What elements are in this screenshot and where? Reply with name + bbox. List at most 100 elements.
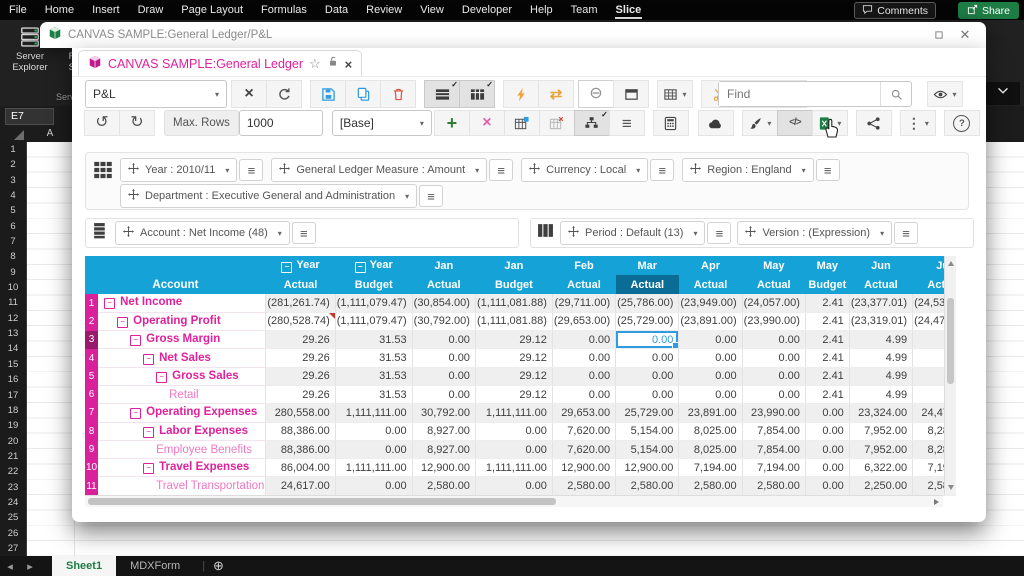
base-selector[interactable]: [Base]▾ — [332, 110, 432, 136]
value-cell[interactable]: 0.00 — [616, 367, 679, 385]
row-number-6[interactable]: 6 — [85, 385, 98, 403]
value-cell[interactable]: 0.00 — [475, 477, 552, 495]
value-cell[interactable]: 0.00 — [475, 422, 552, 440]
value-cell[interactable]: 0.00 — [679, 349, 742, 367]
value-cell[interactable]: 7,952.00 — [849, 440, 912, 458]
menu-item-help[interactable]: Help — [521, 0, 562, 20]
account-cell-gross-sales[interactable]: −Gross Sales — [98, 367, 266, 385]
value-cell[interactable]: 6,322.00 — [849, 459, 912, 477]
row-number-5[interactable]: 5 — [85, 367, 98, 385]
account-cell-travel-expenses[interactable]: −Travel Expenses — [98, 459, 266, 477]
value-cell[interactable]: 29.12 — [475, 385, 552, 403]
menu-item-data[interactable]: Data — [316, 0, 357, 20]
account-column-header[interactable]: Account — [85, 256, 266, 294]
scroll-up-icon[interactable] — [948, 261, 954, 266]
value-cell[interactable]: (25,786.00) — [616, 294, 679, 312]
value-cell[interactable]: 29,653.00 — [552, 404, 615, 422]
account-cell-net-sales[interactable]: −Net Sales — [98, 349, 266, 367]
value-cell[interactable]: 0.00 — [805, 422, 849, 440]
add-button[interactable]: + — [434, 110, 470, 136]
favorite-star-icon[interactable]: ☆ — [309, 56, 321, 72]
list-view-button[interactable]: ≡ — [609, 110, 645, 136]
sheet-next-icon[interactable]: ▸ — [20, 560, 40, 573]
value-cell[interactable]: 29.26 — [266, 331, 335, 349]
column-header-measure-3[interactable]: Budget — [475, 275, 552, 294]
row-header-26[interactable]: 26 — [0, 526, 26, 541]
row-header-7[interactable]: 7 — [0, 234, 26, 249]
value-cell[interactable]: (29,653.00) — [552, 312, 615, 330]
scroll-thumb[interactable] — [947, 298, 954, 384]
row-header-22[interactable]: 22 — [0, 464, 26, 479]
row-number-3[interactable]: 3 — [85, 331, 98, 349]
value-cell[interactable]: 0.00 — [412, 349, 475, 367]
value-cell[interactable]: 0.00 — [552, 385, 615, 403]
value-cell[interactable]: 2.41 — [805, 294, 849, 312]
pivot-table[interactable]: Account−Year−YearJanJanFebMarAprMayMayJu… — [85, 256, 956, 507]
row-header-12[interactable]: 12 — [0, 311, 26, 326]
account-cell-operating-profit[interactable]: −Operating Profit — [98, 312, 266, 330]
row-header-23[interactable]: 23 — [0, 480, 26, 495]
value-cell[interactable]: 7,620.00 — [552, 422, 615, 440]
value-cell[interactable]: 7,854.00 — [742, 440, 805, 458]
menu-item-view[interactable]: View — [411, 0, 453, 20]
value-cell[interactable]: (23,377.01) — [849, 294, 912, 312]
row-number-7[interactable]: 7 — [85, 404, 98, 422]
value-cell[interactable]: 0.00 — [679, 367, 742, 385]
value-cell[interactable]: 0.00 — [679, 385, 742, 403]
value-cell[interactable]: 23,891.00 — [679, 404, 742, 422]
row-header-1[interactable]: 1 — [0, 142, 26, 157]
new-sheet-button[interactable]: ⊕ — [213, 558, 224, 574]
value-cell[interactable]: 0.00 — [552, 349, 615, 367]
visibility-button[interactable]: ▾ — [927, 81, 963, 107]
menu-item-team[interactable]: Team — [562, 0, 607, 20]
account-cell-retail[interactable]: Retail — [98, 385, 266, 403]
rows-axis-chip-0[interactable]: Account : Net Income (48)▾ — [115, 221, 290, 245]
duplicate-button[interactable] — [345, 80, 381, 108]
column-header-period-3[interactable]: Jan — [475, 256, 552, 275]
row-header-6[interactable]: 6 — [0, 219, 26, 234]
value-cell[interactable]: (1,111,079.47) — [335, 294, 412, 312]
table-menu-button[interactable]: ▾ — [657, 80, 693, 108]
row-header-17[interactable]: 17 — [0, 388, 26, 403]
value-cell[interactable]: 88,386.00 — [266, 440, 335, 458]
value-cell[interactable]: 29.12 — [475, 331, 552, 349]
value-cell[interactable]: (25,729.00) — [616, 312, 679, 330]
value-cell[interactable]: 29.26 — [266, 385, 335, 403]
column-header-period-5[interactable]: Mar — [616, 256, 679, 275]
value-cell[interactable]: 0.00 — [335, 422, 412, 440]
search-icon[interactable] — [880, 82, 911, 106]
filter-chip-0-list-icon[interactable]: ≡ — [239, 159, 263, 181]
value-cell[interactable]: 0.00 — [805, 440, 849, 458]
find-input[interactable] — [719, 82, 880, 106]
value-cell[interactable]: 2,250.00 — [849, 477, 912, 495]
columns-axis-chip-0-list-icon[interactable]: ≡ — [707, 222, 731, 244]
close-view-button[interactable]: × — [231, 80, 267, 108]
row-header-19[interactable]: 19 — [0, 418, 26, 433]
row-header-16[interactable]: 16 — [0, 372, 26, 387]
row-number-4[interactable]: 4 — [85, 349, 98, 367]
account-cell-travel-transportation[interactable]: Travel Transportation — [98, 477, 266, 495]
scroll-down-icon[interactable] — [948, 485, 954, 490]
row-header-4[interactable]: 4 — [0, 188, 26, 203]
account-cell-net-income[interactable]: −Net Income — [98, 294, 266, 312]
row-header-9[interactable]: 9 — [0, 265, 26, 280]
save-button[interactable] — [310, 80, 346, 108]
value-cell[interactable]: 31.53 — [335, 367, 412, 385]
value-cell[interactable]: 7,194.00 — [742, 459, 805, 477]
suppress-zeros-button[interactable]: ⊖ — [578, 80, 614, 108]
delete-sheet-button[interactable] — [539, 110, 575, 136]
redo-button[interactable]: ↻ — [119, 110, 155, 136]
collapse-ribbon-button[interactable] — [986, 82, 1020, 105]
value-cell[interactable]: 8,927.00 — [412, 440, 475, 458]
insert-sheet-button[interactable] — [504, 110, 540, 136]
column-header-period-2[interactable]: Jan — [412, 256, 475, 275]
value-cell[interactable]: 0.00 — [335, 477, 412, 495]
menu-item-slice[interactable]: Slice — [607, 0, 651, 20]
filter-chip-3-list-icon[interactable]: ≡ — [816, 159, 840, 181]
column-header-period-8[interactable]: May — [805, 256, 849, 275]
column-header-period-6[interactable]: Apr — [679, 256, 742, 275]
value-cell[interactable]: 8,025.00 — [679, 422, 742, 440]
auto-refresh-button[interactable]: ⇄ — [538, 80, 574, 108]
value-cell[interactable]: 0.00 — [742, 385, 805, 403]
value-cell[interactable]: 31.53 — [335, 349, 412, 367]
